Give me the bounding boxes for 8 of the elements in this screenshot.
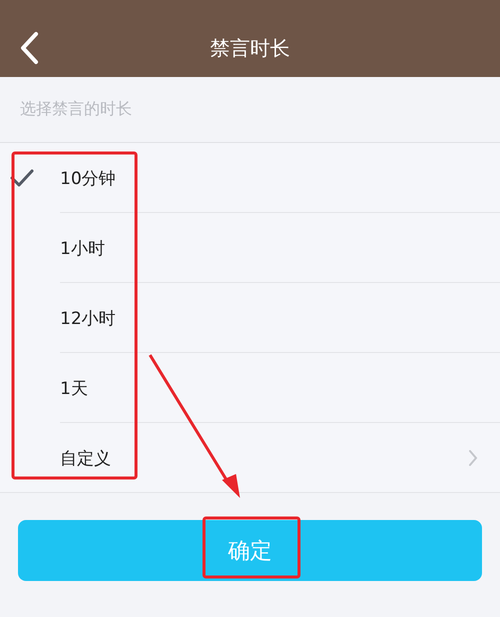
option-label: 12小时 [60, 308, 117, 330]
option-label: 10分钟 [60, 168, 117, 190]
section-label: 选择禁言的时长 [20, 99, 132, 120]
page-title: 禁言时长 [210, 35, 290, 62]
option-label: 自定义 [60, 448, 112, 470]
option-label: 1小时 [60, 238, 106, 260]
chevron-right-icon [468, 449, 478, 467]
option-label: 1天 [60, 378, 89, 400]
